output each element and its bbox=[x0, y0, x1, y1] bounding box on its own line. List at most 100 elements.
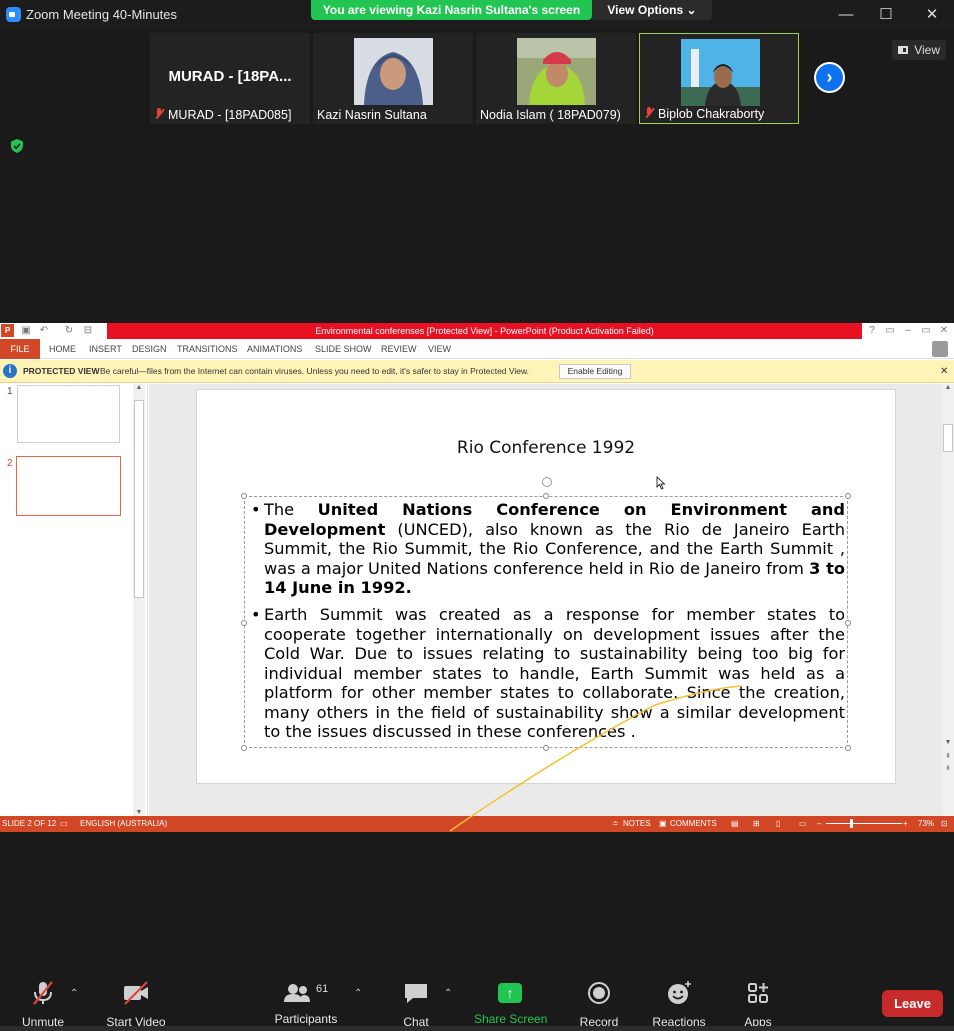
comments-icon: ▣ bbox=[659, 819, 667, 828]
resize-handle[interactable] bbox=[241, 493, 247, 499]
encryption-shield-icon[interactable] bbox=[9, 138, 25, 154]
previous-slide-icon[interactable]: ⇞ bbox=[942, 752, 954, 760]
zoom-slider-track[interactable] bbox=[826, 823, 902, 824]
participants-button[interactable]: 61 Participants bbox=[273, 980, 339, 1028]
participants-label: Participants bbox=[274, 1012, 338, 1026]
maximize-button[interactable]: ☐ bbox=[876, 5, 896, 25]
reading-view-icon[interactable]: ▯ bbox=[776, 816, 780, 832]
participants-caret-icon[interactable]: ⌃ bbox=[354, 988, 364, 999]
slide-sorter-icon[interactable]: ⊞ bbox=[753, 816, 760, 832]
normal-view-icon[interactable]: ▤ bbox=[731, 816, 739, 832]
record-button[interactable]: Record bbox=[578, 980, 620, 1029]
view-label: View bbox=[914, 43, 940, 57]
save-icon[interactable]: ▣ bbox=[20, 325, 32, 337]
undo-icon[interactable]: ↶ bbox=[38, 325, 50, 337]
notes-icon: ≐ bbox=[612, 819, 619, 828]
apps-button[interactable]: Apps bbox=[740, 980, 776, 1029]
zoom-slider-thumb[interactable] bbox=[850, 819, 853, 828]
help-icon[interactable]: ? bbox=[866, 325, 878, 337]
resize-handle[interactable] bbox=[241, 620, 247, 626]
chat-caret-icon[interactable]: ⌃ bbox=[444, 988, 454, 999]
scroll-down-arrow-icon[interactable]: ▼ bbox=[942, 739, 954, 746]
resize-handle[interactable] bbox=[543, 493, 549, 499]
slide-scrollbar[interactable]: ▲ ▼ ⇞ ⇟ bbox=[942, 384, 954, 816]
bullet-paragraph-2: Earth Summit was created as a response f… bbox=[251, 605, 845, 742]
slide-thumbnail-1[interactable] bbox=[17, 385, 120, 443]
tab-file[interactable]: FILE bbox=[0, 339, 40, 359]
thumbnail-scrollbar[interactable]: ▲ ▼ bbox=[133, 384, 145, 816]
powerpoint-logo-icon: P bbox=[1, 324, 14, 337]
share-screen-button[interactable]: Share Screen bbox=[474, 980, 548, 1028]
scroll-down-arrow-icon[interactable]: ▼ bbox=[133, 809, 145, 816]
protected-view-bar: i PROTECTED VIEW Be careful—files from t… bbox=[0, 360, 954, 383]
zoom-in-icon[interactable]: + bbox=[903, 816, 908, 832]
mic-muted-icon bbox=[154, 108, 164, 120]
next-slide-icon[interactable]: ⇟ bbox=[942, 764, 954, 772]
slide-title[interactable]: Rio Conference 1992 bbox=[197, 438, 895, 458]
ppt-status-bar: SLIDE 2 OF 12 ▭ ENGLISH (AUSTRALIA) ≐ NO… bbox=[0, 816, 954, 832]
ppt-close-button[interactable]: ✕ bbox=[938, 325, 950, 337]
next-page-button[interactable]: › bbox=[814, 62, 845, 93]
account-avatar-icon[interactable] bbox=[932, 341, 948, 357]
slideshow-icon[interactable]: ▭ bbox=[799, 816, 807, 832]
ppt-minimize-button[interactable]: – bbox=[902, 325, 914, 337]
audio-options-caret-icon[interactable]: ⌃ bbox=[70, 988, 80, 999]
tab-insert[interactable]: INSERT bbox=[89, 339, 122, 359]
rotate-handle[interactable] bbox=[542, 477, 552, 487]
close-bar-icon[interactable]: ✕ bbox=[940, 360, 948, 383]
tab-home[interactable]: HOME bbox=[49, 339, 76, 359]
slide-thumbnail-2[interactable] bbox=[16, 456, 121, 516]
tab-animations[interactable]: ANIMATIONS bbox=[247, 339, 302, 359]
tab-transitions[interactable]: TRANSITIONS bbox=[177, 339, 238, 359]
minimize-button[interactable]: — bbox=[836, 5, 856, 25]
presentation-icon[interactable]: ⊟ bbox=[82, 325, 94, 337]
participant-tile-nodia[interactable]: Nodia Islam ( 18PAD079) bbox=[476, 33, 636, 124]
zoom-level[interactable]: 73% bbox=[918, 816, 934, 832]
chat-button[interactable]: Chat bbox=[398, 980, 434, 1029]
resize-handle[interactable] bbox=[845, 745, 851, 751]
enable-editing-button[interactable]: Enable Editing bbox=[559, 364, 631, 379]
view-layout-button[interactable]: View bbox=[892, 40, 946, 60]
ribbon-display-icon[interactable]: ▭ bbox=[884, 325, 896, 337]
share-screen-label: Share Screen bbox=[474, 1012, 548, 1026]
tab-design[interactable]: DESIGN bbox=[132, 339, 167, 359]
tab-slide-show[interactable]: SLIDE SHOW bbox=[315, 339, 372, 359]
close-button[interactable]: ✕ bbox=[922, 5, 942, 25]
fit-slide-icon[interactable]: ⊡ bbox=[941, 816, 948, 832]
resize-handle[interactable] bbox=[543, 745, 549, 751]
slide: Rio Conference 1992 The United Nations C… bbox=[196, 389, 896, 784]
scroll-up-arrow-icon[interactable]: ▲ bbox=[942, 384, 954, 391]
resize-handle[interactable] bbox=[845, 620, 851, 626]
start-video-button[interactable]: Start Video bbox=[104, 980, 168, 1029]
chat-icon bbox=[405, 984, 427, 1003]
resize-handle[interactable] bbox=[241, 745, 247, 751]
participant-tile-murad[interactable]: MURAD - [18PA... MURAD - [18PAD085] bbox=[150, 33, 310, 124]
comments-button[interactable]: COMMENTS bbox=[670, 816, 717, 832]
notes-button[interactable]: NOTES bbox=[623, 816, 651, 832]
participant-big-name: MURAD - [18PA... bbox=[168, 68, 292, 85]
participant-tile-biplob[interactable]: Biplob Chakraborty bbox=[639, 33, 799, 124]
scrollbar-thumb[interactable] bbox=[134, 400, 144, 598]
view-options-button[interactable]: View Options ⌄ bbox=[592, 0, 712, 20]
zoom-out-icon[interactable]: – bbox=[817, 816, 821, 832]
reactions-button[interactable]: Reactions bbox=[652, 980, 706, 1029]
tab-view[interactable]: VIEW bbox=[428, 339, 451, 359]
scrollbar-thumb[interactable] bbox=[943, 424, 953, 452]
language-indicator[interactable]: ENGLISH (AUSTRALIA) bbox=[80, 816, 167, 832]
leave-button[interactable]: Leave bbox=[882, 990, 943, 1017]
scroll-up-arrow-icon[interactable]: ▲ bbox=[133, 384, 145, 391]
resize-handle[interactable] bbox=[845, 493, 851, 499]
participant-name: Biplob Chakraborty bbox=[644, 107, 764, 121]
spell-check-icon[interactable]: ▭ bbox=[60, 816, 68, 832]
bottom-edge bbox=[0, 1026, 954, 1031]
ppt-restore-button[interactable]: ▭ bbox=[920, 325, 932, 337]
shared-screen-powerpoint: P ▣ ↶ ↻ ⊟ Environmental conferenses [Pro… bbox=[0, 323, 954, 832]
grid-icon bbox=[898, 46, 908, 54]
unmute-button[interactable]: Unmute bbox=[18, 980, 68, 1029]
participant-tile-kazi[interactable]: Kazi Nasrin Sultana bbox=[313, 33, 473, 124]
redo-icon[interactable]: ↻ bbox=[63, 325, 75, 337]
participant-avatar bbox=[354, 38, 433, 105]
title-bar: Zoom Meeting 40-Minutes You are viewing … bbox=[0, 0, 954, 30]
tab-review[interactable]: REVIEW bbox=[381, 339, 417, 359]
slide-text-box[interactable]: The United Nations Conference on Environ… bbox=[241, 493, 851, 751]
